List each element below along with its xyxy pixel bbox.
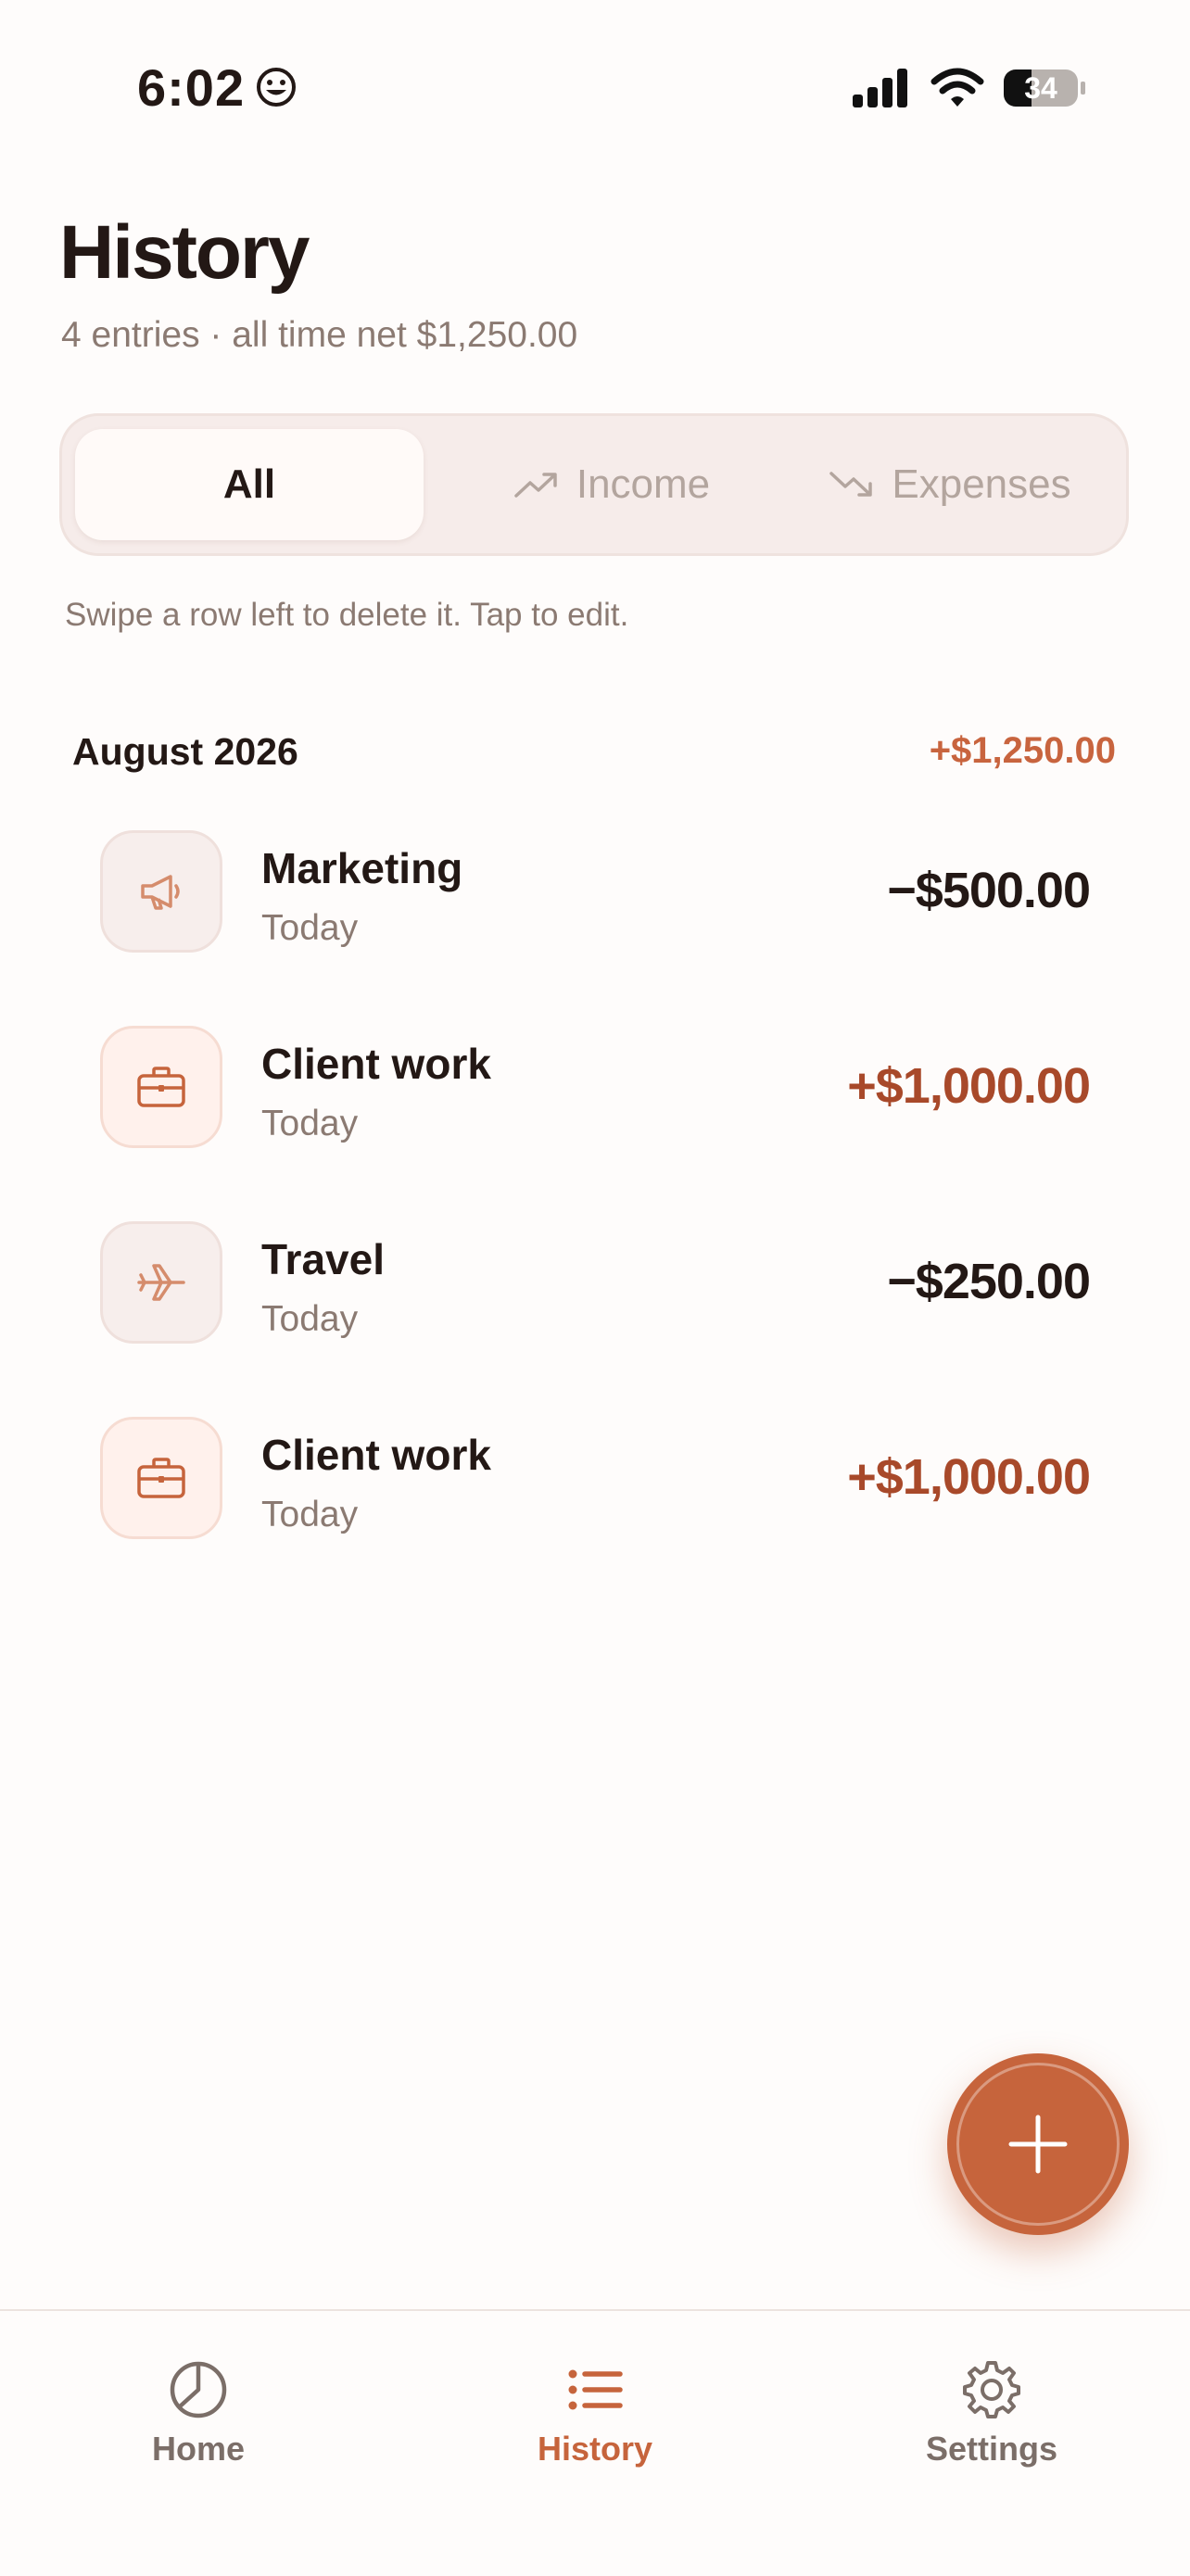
tab-settings-label: Settings [925, 2430, 1057, 2468]
pie-chart-icon [170, 2361, 227, 2418]
battery-level: 34 [1024, 71, 1057, 105]
briefcase-icon [137, 1067, 185, 1107]
transaction-name: Travel [261, 1235, 385, 1283]
transaction-date: Today [261, 1495, 359, 1534]
tab-bar: Home History Settings [0, 2309, 1190, 2576]
transaction-amount: +$1,000.00 [847, 1449, 1091, 1505]
tab-history[interactable]: History [456, 2359, 734, 2469]
tab-settings[interactable]: Settings [853, 2359, 1131, 2469]
transaction-date: Today [261, 1104, 359, 1143]
briefcase-icon [137, 1458, 185, 1498]
category-badge [100, 1026, 222, 1148]
list-icon [568, 2369, 623, 2410]
category-badge [100, 1417, 222, 1539]
transaction-name: Client work [261, 1431, 491, 1479]
wifi-icon [930, 68, 984, 107]
transaction-name: Marketing [261, 844, 463, 892]
signal-icon [853, 69, 907, 107]
tab-history-label: History [537, 2430, 653, 2468]
transaction-row[interactable]: Marketing Today −$500.00 [100, 828, 1091, 958]
gear-icon [963, 2361, 1020, 2418]
transaction-amount: −$250.00 [887, 1254, 1091, 1309]
transaction-date: Today [261, 908, 359, 948]
page-title: History [59, 210, 310, 295]
page-subtitle: 4 entries · all time net $1,250.00 [61, 315, 578, 355]
filter-all-label: All [222, 461, 276, 507]
smiley-icon [257, 68, 296, 107]
transaction-row[interactable]: Client work Today +$1,000.00 [100, 1024, 1091, 1154]
fab-ring [956, 2063, 1120, 2226]
category-badge [100, 1221, 222, 1344]
filter-all[interactable]: All [75, 429, 424, 540]
month-total: +$1,250.00 [929, 730, 1116, 771]
transaction-date: Today [261, 1299, 359, 1339]
tab-home[interactable]: Home [59, 2359, 337, 2469]
status-time: 6:02 [137, 58, 246, 117]
filter-segmented-control: All Income Expenses [59, 413, 1129, 556]
filter-income[interactable]: Income [437, 429, 786, 540]
tab-home-label: Home [151, 2430, 246, 2468]
category-badge [100, 830, 222, 953]
transaction-amount: +$1,000.00 [847, 1058, 1091, 1114]
filter-expenses[interactable]: Expenses [776, 429, 1124, 540]
transaction-row[interactable]: Client work Today +$1,000.00 [100, 1415, 1091, 1545]
transaction-amount: −$500.00 [887, 863, 1091, 918]
add-entry-button[interactable] [947, 2053, 1129, 2235]
megaphone-icon [141, 875, 180, 910]
trending-down-icon [829, 472, 873, 497]
battery-indicator: 34 [1003, 69, 1086, 107]
swipe-hint: Swipe a row left to delete it. Tap to ed… [65, 597, 629, 633]
month-header: August 2026 [72, 730, 298, 773]
transaction-row[interactable]: Travel Today −$250.00 [100, 1219, 1091, 1349]
trending-up-icon [514, 473, 557, 498]
transaction-name: Client work [261, 1040, 491, 1088]
filter-expenses-label: Expenses [892, 461, 1071, 507]
filter-income-label: Income [576, 461, 711, 507]
airplane-icon [137, 1264, 185, 1301]
